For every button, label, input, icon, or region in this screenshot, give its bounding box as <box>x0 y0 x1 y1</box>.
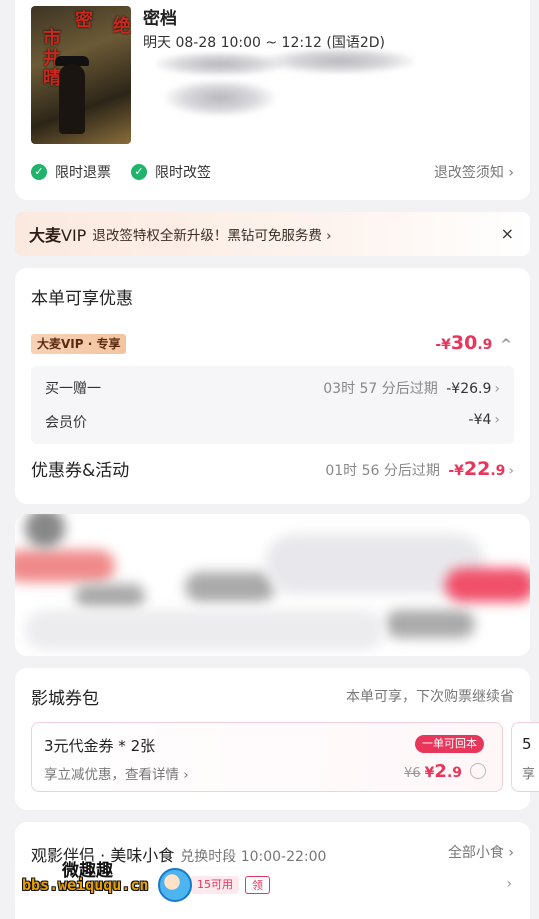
chevron-up-icon: ^ <box>500 337 512 353</box>
poster-title-right: 绝 <box>110 16 131 36</box>
vip-promo-text: 退改签特权全新升级！黑钻可免服务费 › <box>92 228 332 244</box>
poster-figure <box>59 64 85 134</box>
redacted-smear <box>75 584 145 608</box>
voucher-card-next[interactable]: 5 享 <box>511 722 539 792</box>
movie-info-card: 市井晴 密 绝 密档 明天 08-28 10:00 ~ 12:12 (国语2D)… <box>15 0 530 200</box>
redacted-smear <box>445 568 530 602</box>
check-icon: ✓ <box>31 164 47 180</box>
refund-policy-link[interactable]: 退改签须知 › <box>434 162 514 182</box>
chevron-right-icon: › <box>494 381 500 397</box>
discount-item-label: 会员价 <box>45 415 87 431</box>
voucher-price: ¥6 ¥2.9 <box>404 761 462 782</box>
damai-vip-logo: 大麦VIP <box>29 226 87 245</box>
cinema-voucher-pack: 影城券包 本单可享，下次购票继续省 3元代金券 * 2张 享立减优惠，查看详情 … <box>15 668 539 810</box>
vip-promo-banner[interactable]: 大麦VIP 退改签特权全新升级！黑钻可免服务费 › × <box>15 212 530 256</box>
discount-item-member[interactable]: 会员价 -¥4 › <box>45 412 500 432</box>
redacted-seat-detail <box>165 80 275 116</box>
watermark-url: bbs.weiququ.cn <box>22 876 149 894</box>
voucher-old-price: ¥6 <box>404 766 421 781</box>
snack-coupon-count: 15可用 <box>191 876 239 894</box>
all-snacks-link[interactable]: 全部小食 › <box>448 842 514 862</box>
vip-discount-amount[interactable]: -¥30.9 ^ <box>435 332 512 354</box>
claim-snack-coupon-button[interactable]: 领 <box>245 876 270 894</box>
voucher-badge: 一单可回本 <box>415 735 484 753</box>
discount-title: 本单可享优惠 <box>31 289 133 309</box>
coupon-amount: -¥22.9 <box>448 458 506 480</box>
guarantee-change: ✓ 限时改签 <box>131 162 211 182</box>
cinema-pack-subtitle: 本单可享，下次购票继续省 <box>346 689 514 705</box>
chevron-right-icon: › <box>508 463 514 479</box>
discount-item-bogo[interactable]: 买一赠一 03时 57 分后过期 -¥26.9 › <box>45 378 500 398</box>
redacted-smear <box>25 514 65 548</box>
coupon-label: 优惠券&活动 <box>31 461 130 481</box>
guarantee-change-label: 限时改签 <box>155 165 211 181</box>
snack-time-slot: 兑换时段 10:00-22:00 <box>180 849 327 865</box>
chevron-right-icon: › <box>494 412 500 428</box>
coupon-activity-row[interactable]: 优惠券&活动 01时 56 分后过期 -¥22.9 › <box>31 456 514 481</box>
close-icon[interactable]: × <box>501 224 514 243</box>
redacted-smear <box>385 610 475 638</box>
discount-item-expire: 03时 57 分后过期 <box>323 381 438 397</box>
redacted-seat <box>265 48 415 74</box>
cinema-pack-title: 影城券包 <box>31 689 99 709</box>
vip-exclusive-tag: 大麦VIP · 专享 <box>31 334 127 354</box>
discount-item-amount: -¥26.9 <box>446 381 492 397</box>
voucher-new-price: ¥2.9 <box>424 761 462 782</box>
vip-discount-breakdown: 买一赠一 03时 57 分后过期 -¥26.9 › 会员价 -¥4 › <box>31 366 514 444</box>
discount-card: 本单可享优惠 大麦VIP · 专享 -¥30.9 ^ 买一赠一 03时 57 分… <box>15 268 530 504</box>
voucher-title: 3元代金券 * 2张 <box>44 737 156 755</box>
movie-title: 密档 <box>143 9 177 29</box>
check-icon: ✓ <box>131 164 147 180</box>
watermark-logo-icon <box>158 868 192 902</box>
voucher-next-desc: 享 <box>522 767 536 782</box>
coupon-expire: 01时 56 分后过期 <box>325 463 440 479</box>
voucher-details-link[interactable]: 享立减优惠，查看详情 › <box>44 763 189 783</box>
redacted-section <box>15 514 530 656</box>
discount-item-label: 买一赠一 <box>45 381 101 397</box>
voucher-select-radio[interactable] <box>470 763 486 779</box>
redacted-smear <box>185 572 275 602</box>
discount-item-amount: -¥4 <box>468 412 492 428</box>
guarantee-refund-label: 限时退票 <box>55 165 111 181</box>
voucher-card[interactable]: 3元代金券 * 2张 享立减优惠，查看详情 › 一单可回本 ¥6 ¥2.9 <box>31 722 503 792</box>
poster-title-top: 密 <box>72 10 93 30</box>
movie-poster[interactable]: 市井晴 密 绝 <box>31 6 131 144</box>
redacted-smear <box>25 610 385 650</box>
chevron-right-icon[interactable]: › <box>506 876 512 892</box>
guarantee-refund: ✓ 限时退票 <box>31 162 111 182</box>
voucher-next-title: 5 <box>522 735 532 753</box>
redacted-smear <box>15 550 115 582</box>
